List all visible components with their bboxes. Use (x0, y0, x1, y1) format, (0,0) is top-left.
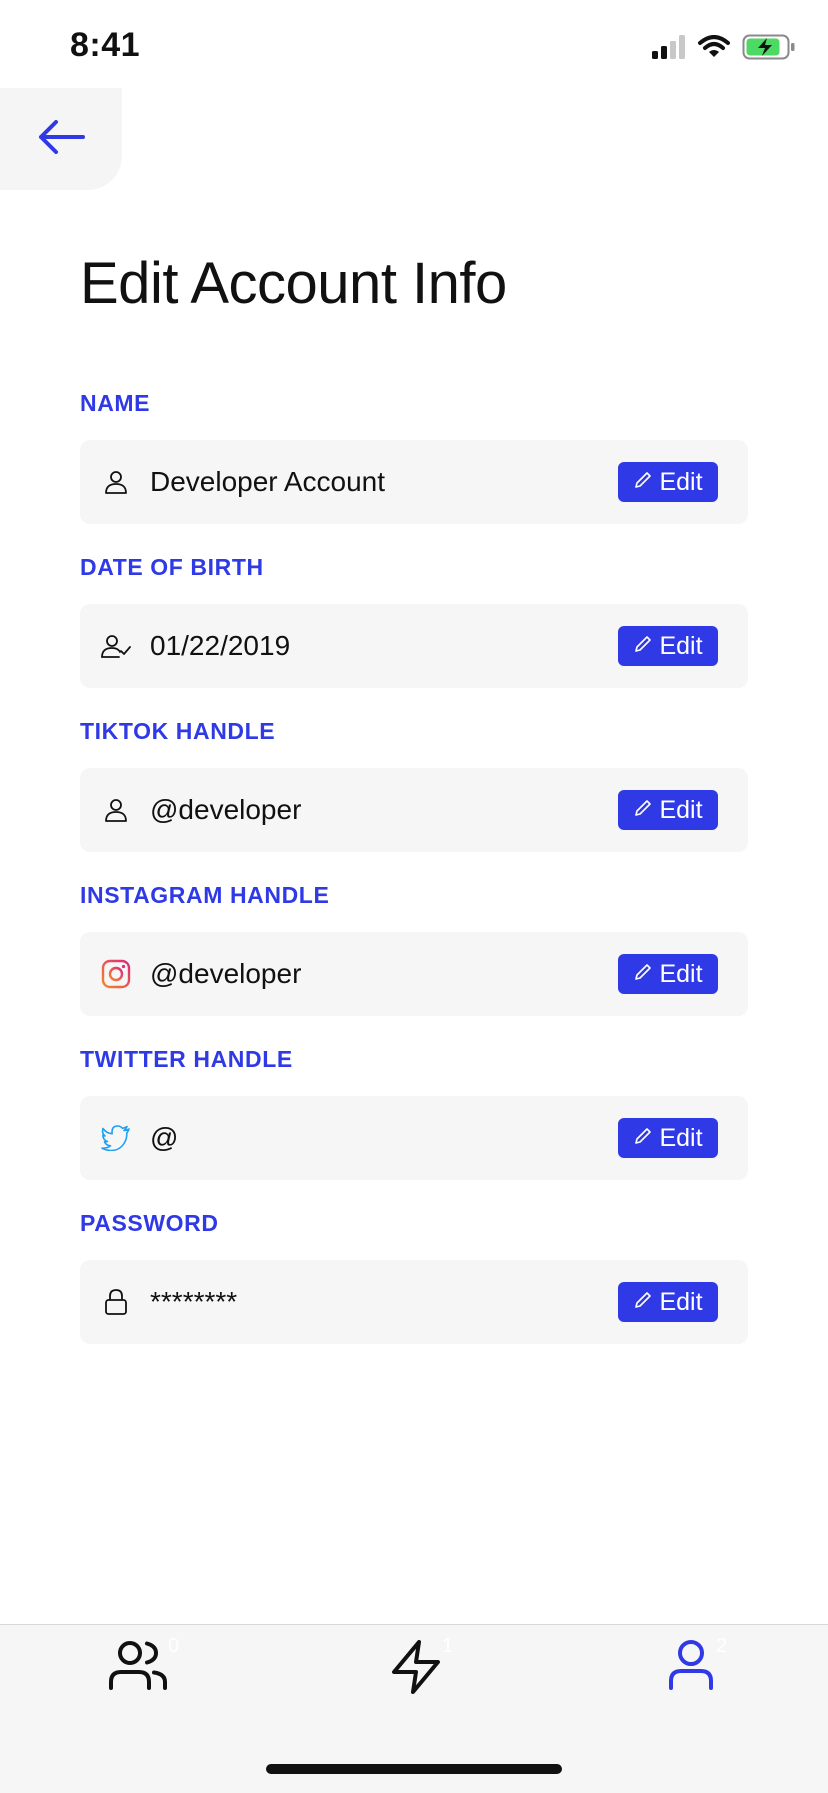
pencil-icon (633, 468, 653, 497)
tab-friends[interactable]: 0 (0, 1625, 276, 1715)
pencil-icon (633, 1288, 653, 1317)
users-icon (108, 1639, 168, 1696)
lightning-icon (390, 1639, 442, 1700)
edit-tiktok-handle-button[interactable]: Edit (618, 790, 718, 830)
tiktok-handle-value: @developer (150, 794, 302, 825)
tab-badge: 2 (716, 1635, 728, 1657)
password-field: ******** Edit (80, 1260, 748, 1344)
tab-activity[interactable]: 1 (276, 1625, 552, 1715)
password-label: PASSWORD (80, 1210, 219, 1236)
status-icons (652, 34, 796, 65)
status-bar: 8:41 (0, 0, 828, 90)
tiktok-handle-field: @developer Edit (80, 768, 748, 852)
instagram-icon (100, 958, 132, 990)
twitter-handle-field: @ Edit (80, 1096, 748, 1180)
date-of-birth-label: DATE OF BIRTH (80, 554, 264, 580)
instagram-handle-field: @developer Edit (80, 932, 748, 1016)
arrow-left-icon (37, 119, 85, 159)
tab-badge: 1 (442, 1635, 454, 1657)
edit-label: Edit (659, 631, 703, 660)
wifi-icon (698, 35, 730, 64)
edit-twitter-handle-button[interactable]: Edit (618, 1118, 718, 1158)
battery-charging-icon (742, 34, 796, 65)
instagram-handle-value: @developer (150, 958, 302, 989)
tab-badge: 0 (168, 1635, 180, 1657)
user-check-icon (100, 630, 132, 662)
home-indicator (266, 1764, 562, 1774)
twitter-handle-value: @ (150, 1122, 179, 1153)
edit-label: Edit (659, 959, 703, 988)
twitter-icon (100, 1122, 132, 1154)
edit-label: Edit (659, 1123, 703, 1152)
profile-icon (668, 1639, 714, 1696)
edit-label: Edit (659, 467, 703, 496)
edit-label: Edit (659, 1287, 703, 1316)
pencil-icon (633, 1124, 653, 1153)
password-value: ******** (150, 1286, 238, 1317)
cellular-signal-icon (652, 35, 686, 64)
name-field: Developer Account Edit (80, 440, 748, 524)
date-of-birth-value: 01/22/2019 (150, 630, 291, 661)
pencil-icon (633, 960, 653, 989)
edit-label: Edit (659, 795, 703, 824)
user-icon (100, 794, 132, 826)
pencil-icon (633, 632, 653, 661)
back-button[interactable] (0, 88, 122, 190)
edit-instagram-handle-button[interactable]: Edit (618, 954, 718, 994)
date-of-birth-field: 01/22/2019 Edit (80, 604, 748, 688)
lock-icon (100, 1286, 132, 1318)
tab-profile[interactable]: 2 (552, 1625, 828, 1715)
name-value: Developer Account (150, 466, 386, 497)
account-fields: NAME Developer Account Edit DATE OF BIRT… (80, 388, 748, 1372)
tiktok-handle-label: TIKTOK HANDLE (80, 718, 276, 744)
instagram-handle-label: INSTAGRAM HANDLE (80, 882, 330, 908)
edit-password-button[interactable]: Edit (618, 1282, 718, 1322)
pencil-icon (633, 796, 653, 825)
edit-name-button[interactable]: Edit (618, 462, 718, 502)
twitter-handle-label: TWITTER HANDLE (80, 1046, 293, 1072)
status-time: 8:41 (70, 26, 141, 64)
user-icon (100, 466, 132, 498)
edit-date-of-birth-button[interactable]: Edit (618, 626, 718, 666)
page-title: Edit Account Info (80, 251, 507, 316)
name-label: NAME (80, 390, 151, 416)
